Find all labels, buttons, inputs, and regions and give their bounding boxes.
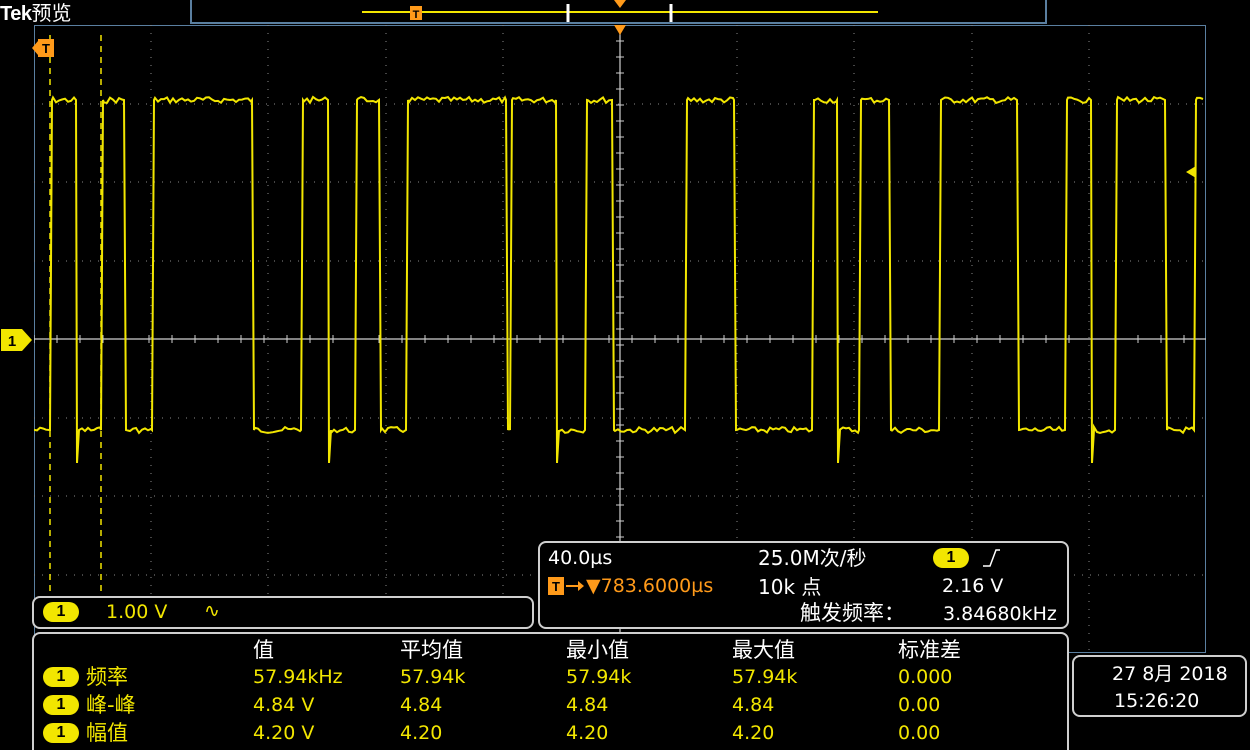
record-overview-bar[interactable]: T (190, 0, 1047, 24)
sample-rate: 25.0M次/秒 (758, 546, 867, 570)
row-channel-badge: 1 (43, 667, 79, 687)
header-value: 值 (253, 638, 274, 662)
trigger-frequency-label: 触发频率： (800, 601, 905, 625)
trigger-offset-icon: T (548, 577, 584, 595)
record-center-marker (614, 0, 626, 8)
svg-text:1: 1 (8, 333, 16, 350)
trigger-time-marker[interactable]: T (32, 38, 62, 58)
horizontal-trigger-panel[interactable]: 40.0µs 25.0M次/秒 1 T ▼783.6000µs 10k 点 2.… (538, 541, 1069, 629)
header-mean: 平均值 (400, 638, 463, 662)
brand-logo: Tek (0, 3, 32, 25)
svg-text:T: T (42, 41, 50, 56)
channel-1-badge: 1 (43, 602, 79, 622)
header-min: 最小值 (566, 638, 629, 662)
timebase-value: 40.0µs (548, 547, 613, 569)
ac-coupling-icon: ∿ (204, 600, 220, 622)
row-channel-badge: 1 (43, 695, 79, 715)
trigger-level: 2.16 V (942, 575, 1004, 597)
acquisition-mode: 预览 (31, 1, 72, 25)
svg-text:T: T (413, 9, 420, 21)
row-channel-badge: 1 (43, 723, 79, 743)
time-label: 15:26:20 (1114, 690, 1200, 712)
trigger-frequency-value: 3.84680kHz (943, 603, 1057, 625)
svg-text:T: T (552, 579, 560, 594)
measurement-name: 峰-峰 (86, 693, 136, 717)
date-label: 27 8月 2018 (1112, 663, 1228, 685)
trigger-position: ▼783.6000µs (586, 575, 714, 597)
channel-1-ground-marker[interactable]: 1 (0, 328, 34, 352)
measurement-name: 幅值 (86, 721, 128, 745)
rising-edge-icon (983, 549, 1000, 567)
brand-label: Tek预览 (0, 0, 71, 26)
channel-1-scale-panel[interactable]: 1 1.00 V ∿ (32, 596, 534, 629)
header-max: 最大值 (732, 638, 795, 662)
measurement-name: 频率 (86, 665, 128, 689)
measurement-table[interactable]: 值 平均值 最小值 最大值 标准差 1 频率 57.94kHz 57.94k 5… (32, 632, 1069, 750)
vertical-scale: 1.00 V (106, 601, 168, 623)
trigger-source-badge: 1 (933, 548, 969, 568)
header-stddev: 标准差 (898, 638, 961, 662)
record-length: 10k 点 (758, 575, 822, 599)
datetime-panel: 27 8月 2018 15:26:20 (1072, 655, 1247, 717)
